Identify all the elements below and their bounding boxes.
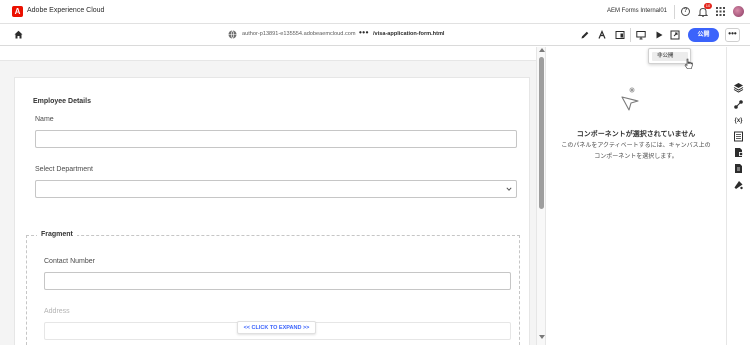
connector-icon[interactable] <box>733 99 744 110</box>
data-icon[interactable] <box>733 147 744 158</box>
empty-state-description: このパネルをアクティベートするには、キャンバス上のコンポーネントを選択します。 <box>561 143 711 160</box>
fragment-title: Fragment <box>37 231 77 238</box>
empty-state-title: コンポーネントが選択されていません <box>576 131 696 138</box>
form-icon[interactable] <box>733 131 744 142</box>
name-label: Name <box>35 116 54 123</box>
globe-icon <box>228 30 237 39</box>
variables-icon[interactable]: {x} <box>733 115 744 126</box>
canvas-scrollbar[interactable] <box>536 47 546 345</box>
right-rail: {x} <box>726 47 750 345</box>
share-icon[interactable] <box>597 30 607 40</box>
department-select[interactable] <box>35 180 517 198</box>
help-icon[interactable]: ? <box>681 7 690 16</box>
name-field[interactable] <box>35 130 517 148</box>
chevron-down-icon <box>506 187 512 191</box>
empty-selection-icon <box>621 87 639 111</box>
style-icon[interactable] <box>733 179 744 190</box>
play-icon[interactable] <box>654 30 664 40</box>
scrollbar-thumb[interactable] <box>539 57 544 209</box>
app-name[interactable]: Adobe Experience Cloud <box>27 7 104 14</box>
home-icon[interactable] <box>14 30 23 39</box>
layers-icon[interactable] <box>733 82 744 93</box>
expand-button[interactable]: << CLICK TO EXPAND >> <box>237 321 316 334</box>
section-title: Employee Details <box>33 98 91 105</box>
contact-number-field[interactable] <box>44 272 511 290</box>
department-label: Select Department <box>35 166 93 173</box>
properties-panel: コンポーネントが選択されていません このパネルをアクティベートするには、キャンバ… <box>546 47 726 345</box>
host-url: author-p13891-e135554.adobeaemcloud.com <box>242 31 356 37</box>
app-bar: A Adobe Experience Cloud AEM Forms Inter… <box>0 0 750 24</box>
divider <box>674 5 675 19</box>
avatar[interactable] <box>733 6 744 17</box>
fragment-icon[interactable] <box>733 163 744 174</box>
notification-badge: 10 <box>704 3 712 9</box>
divider <box>630 28 631 42</box>
adobe-logo[interactable]: A <box>12 6 23 17</box>
editor-toolbar: author-p13891-e135554.adobeaemcloud.com … <box>0 24 750 46</box>
open-icon[interactable] <box>670 30 680 40</box>
publish-button[interactable]: 公開 <box>688 28 719 42</box>
form-canvas: Employee Details Name Select Department … <box>0 47 536 345</box>
scroll-down-arrow[interactable] <box>539 335 545 339</box>
edit-icon[interactable] <box>580 30 590 40</box>
scroll-up-arrow[interactable] <box>539 48 545 52</box>
cursor-pointer <box>684 58 693 69</box>
desktop-icon[interactable] <box>636 30 646 40</box>
org-switcher[interactable]: AEM Forms Internal01 <box>607 8 667 14</box>
page-path: /visa-application-form.html <box>373 31 445 37</box>
device-icon[interactable] <box>615 30 625 40</box>
more-actions-button[interactable]: ••• <box>725 28 740 42</box>
path-more-button[interactable]: ••• <box>359 28 369 37</box>
apps-icon[interactable] <box>716 7 725 16</box>
contact-label: Contact Number <box>44 258 95 265</box>
canvas-header <box>0 47 536 61</box>
menu-item-unpublish[interactable]: 非公開 <box>652 52 688 61</box>
address-label: Address <box>44 308 70 315</box>
